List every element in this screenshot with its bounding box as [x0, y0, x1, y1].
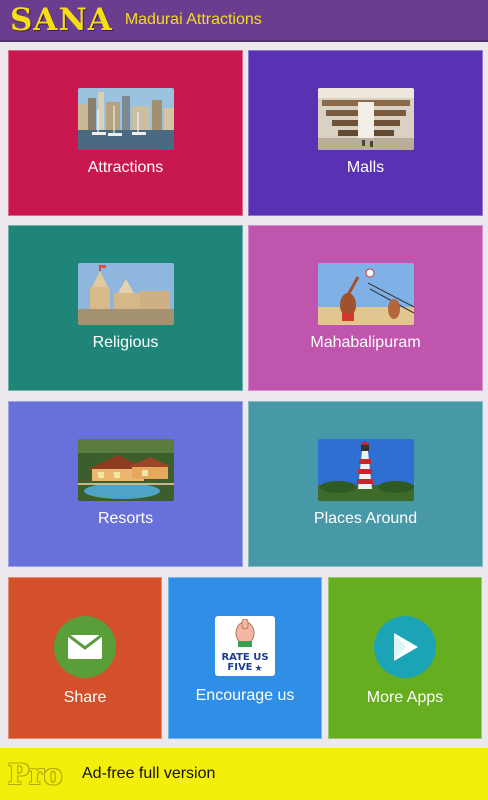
attractions-tile[interactable]: Attractions [8, 50, 243, 216]
mall-photo-icon [317, 88, 414, 150]
volleyball-photo-icon [317, 263, 414, 325]
malls-tile[interactable]: Malls [248, 50, 483, 216]
page-title: Madurai Attractions [124, 11, 262, 28]
mahabalipuram-label: Mahabalipuram [310, 334, 421, 351]
resorts-label: Resorts [97, 510, 154, 527]
places-around-tile[interactable]: Places Around [248, 401, 483, 567]
harbor-photo-icon [77, 88, 174, 150]
app-header: SANA Madurai Attractions [0, 0, 488, 42]
five-text: FIVE [227, 662, 253, 673]
religious-tile[interactable]: Religious [8, 225, 243, 391]
rate-us-five-icon: RATE US FIVE ★ [215, 616, 275, 676]
places-around-label: Places Around [313, 510, 418, 527]
temple-photo-icon [77, 263, 174, 325]
resort-photo-icon [77, 439, 174, 501]
pro-banner-text: Ad-free full version [82, 765, 216, 782]
encourage-us-tile[interactable]: RATE US FIVE ★ Encourage us [168, 577, 322, 739]
pro-version-banner[interactable]: Pro Ad-free full version [0, 748, 488, 800]
resorts-tile[interactable]: Resorts [8, 401, 243, 567]
malls-label: Malls [346, 159, 385, 176]
encourage-us-label: Encourage us [195, 687, 295, 704]
attractions-label: Attractions [87, 159, 164, 176]
pro-badge: Pro [8, 757, 63, 791]
share-tile[interactable]: Share [8, 577, 162, 739]
star-icon: ★ [254, 663, 263, 673]
lighthouse-photo-icon [317, 439, 414, 501]
mail-icon [54, 616, 116, 678]
mahabalipuram-tile[interactable]: Mahabalipuram [248, 225, 483, 391]
more-apps-tile[interactable]: More Apps [328, 577, 482, 739]
religious-label: Religious [92, 334, 159, 351]
share-label: Share [63, 689, 107, 706]
more-apps-label: More Apps [366, 689, 444, 706]
play-store-icon [374, 616, 436, 678]
app-logo: SANA [10, 1, 113, 38]
